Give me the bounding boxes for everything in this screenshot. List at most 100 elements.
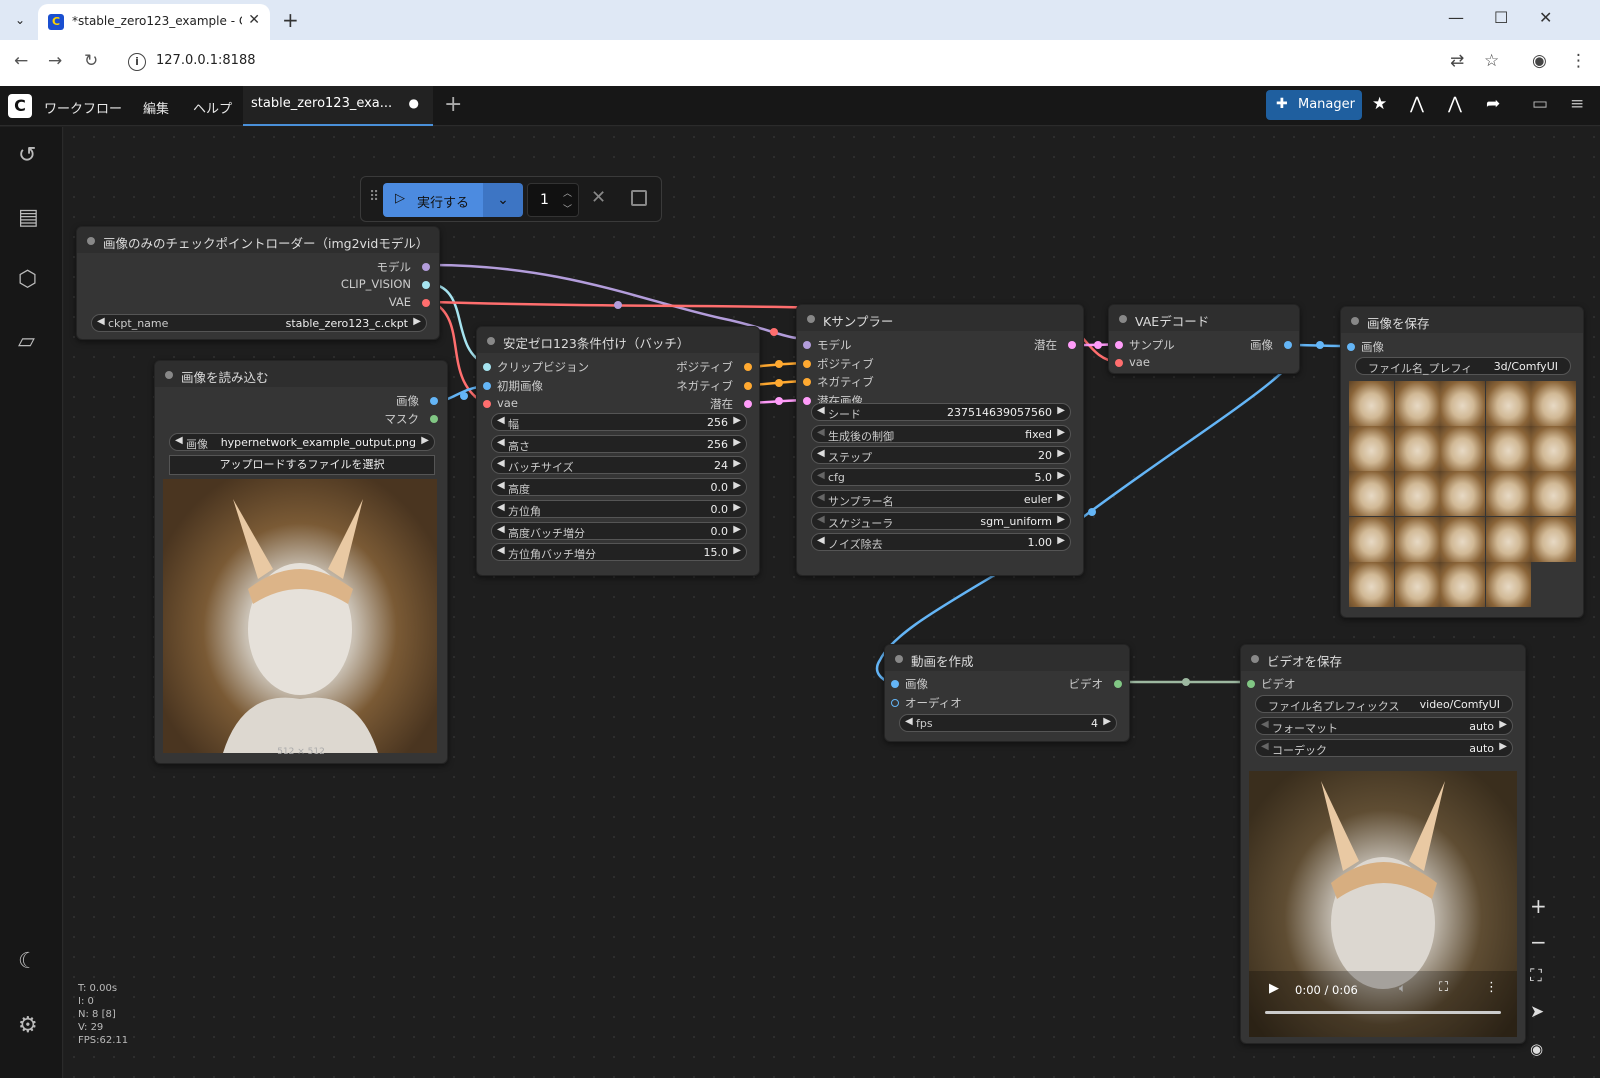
play-icon[interactable]: ▶ [1269,981,1279,996]
arrow-left-icon[interactable]: ◀ [817,427,825,438]
output-thumbnail[interactable] [1485,561,1531,607]
run-mode-dropdown[interactable]: ⌄ [483,183,523,217]
output-thumbnail[interactable] [1394,381,1440,426]
node-collapse-dot[interactable] [487,337,495,345]
output-thumbnail[interactable] [1349,426,1394,472]
output-model-slot[interactable] [422,263,430,271]
arrow-right-icon[interactable]: ▶ [421,435,429,446]
widget-row[interactable]: ◀ ステップ 20 ▶ [811,446,1071,465]
fit-view-icon[interactable]: ⛶ [1530,966,1542,986]
node-checkpoint-loader[interactable]: 画像のみのチェックポイントローダー（img2vidモデル） モデル CLIP_V… [76,226,440,340]
input-positive-slot[interactable] [803,360,811,368]
output-thumbnail[interactable] [1349,471,1394,517]
arrow-left-icon[interactable]: ◀ [1261,719,1269,730]
widget-row[interactable]: ◀ 高度 0.0 ▶ [491,478,747,497]
arrow-right-icon[interactable]: ▶ [1057,514,1065,525]
input-samples-slot[interactable] [1115,341,1123,349]
arrow-left-icon[interactable]: ◀ [817,514,825,525]
input-vae-slot[interactable] [1115,359,1123,367]
node-collapse-dot[interactable] [165,371,173,379]
arrow-right-icon[interactable]: ▶ [1057,492,1065,503]
widget-row[interactable]: ◀ cfg 5.0 ▶ [811,468,1071,487]
arrow-right-icon[interactable]: ▶ [413,316,421,327]
node-save-image[interactable]: 画像を保存 画像 ファイル名_プレフィ 3d/ComfyUI [1340,306,1584,618]
arrow-left-icon[interactable]: ◀ [817,535,825,546]
arrow-left-icon[interactable]: ◀ [497,502,505,513]
arrow-left-icon[interactable]: ◀ [497,480,505,491]
widget-row[interactable]: ◀ バッチサイズ 24 ▶ [491,456,747,475]
output-latent-slot[interactable] [1068,341,1076,349]
output-thumbnail[interactable] [1349,381,1394,426]
ckpt-name-widget[interactable]: ◀ ckpt_name stable_zero123_c.ckpt ▶ [91,314,427,332]
stop-icon[interactable] [631,190,647,206]
arrow-right-icon[interactable]: ▶ [733,480,741,491]
arrow-left-icon[interactable]: ◀ [497,415,505,426]
input-video-slot[interactable] [1247,680,1255,688]
arrow-right-icon[interactable]: ▶ [733,458,741,469]
output-images-grid[interactable] [1349,381,1577,607]
decrement-icon[interactable]: ﹀ [563,202,572,215]
arrow-left-icon[interactable]: ◀ [905,716,913,727]
input-image-slot[interactable] [891,680,899,688]
widget-row[interactable]: ◀ 高さ 256 ▶ [491,434,747,453]
node-collapse-dot[interactable] [807,315,815,323]
input-vae-slot[interactable] [483,400,491,408]
output-latent-slot[interactable] [744,400,752,408]
output-image-slot[interactable] [1284,341,1292,349]
drag-handle-icon[interactable]: ⠿ [369,189,379,205]
output-thumbnail[interactable] [1440,381,1486,426]
output-thumbnail[interactable] [1394,426,1440,472]
select-mode-icon[interactable]: ➤ [1530,1002,1544,1022]
arrow-left-icon[interactable]: ◀ [497,437,505,448]
arrow-left-icon[interactable]: ◀ [497,524,505,535]
upload-button[interactable]: アップロードするファイルを選択 [169,455,435,475]
arrow-right-icon[interactable]: ▶ [733,437,741,448]
output-positive-slot[interactable] [744,363,752,371]
video-progress-bar[interactable] [1265,1011,1501,1014]
output-thumbnail[interactable] [1485,381,1531,426]
format-widget[interactable]: ◀ フォーマット auto ▶ [1255,717,1513,735]
output-thumbnail[interactable] [1349,516,1394,562]
arrow-left-icon[interactable]: ◀ [817,448,825,459]
batch-count-input[interactable]: 1 ︿ ﹀ [527,183,579,217]
video-player[interactable]: ▶ 0:00 / 0:06 🔈︎ ⛶ ⋮ [1249,771,1517,1037]
arrow-right-icon[interactable]: ▶ [1499,741,1507,752]
zoom-out-icon[interactable]: − [1530,930,1547,954]
input-clip-vision-slot[interactable] [483,363,491,371]
increment-icon[interactable]: ︿ [563,186,572,199]
arrow-left-icon[interactable]: ◀ [1261,741,1269,752]
output-thumbnail[interactable] [1394,471,1440,517]
output-thumbnail[interactable] [1531,426,1577,472]
cancel-icon[interactable]: ✕ [591,187,606,208]
arrow-right-icon[interactable]: ▶ [733,502,741,513]
arrow-left-icon[interactable]: ◀ [175,435,183,446]
output-thumbnail[interactable] [1440,471,1486,517]
widget-row[interactable]: ◀ スケジューラ sgm_uniform ▶ [811,511,1071,530]
widget-row[interactable]: ◀ サンプラー名 euler ▶ [811,489,1071,508]
arrow-left-icon[interactable]: ◀ [497,545,505,556]
arrow-left-icon[interactable]: ◀ [817,405,825,416]
video-more-icon[interactable]: ⋮ [1485,980,1498,995]
node-collapse-dot[interactable] [1119,315,1127,323]
output-thumbnail[interactable] [1440,426,1486,472]
output-thumbnail[interactable] [1394,516,1440,562]
node-load-image[interactable]: 画像を読み込む 画像 マスク ◀ 画像 hypernetwork_example… [154,360,448,764]
volume-icon[interactable]: 🔈︎ [1399,981,1406,996]
output-thumbnail[interactable] [1531,381,1577,426]
output-thumbnail[interactable] [1349,561,1394,607]
input-negative-slot[interactable] [803,378,811,386]
widget-row[interactable]: ◀ 方位角バッチ増分 15.0 ▶ [491,543,747,562]
output-thumbnail[interactable] [1531,471,1577,517]
node-collapse-dot[interactable] [1251,655,1259,663]
input-latent-slot[interactable] [803,397,811,405]
node-create-video[interactable]: 動画を作成 画像 オーディオ ビデオ ◀ fps 4 ▶ [884,644,1130,742]
zoom-in-icon[interactable]: + [1530,894,1547,918]
arrow-right-icon[interactable]: ▶ [1057,405,1065,416]
output-mask-slot[interactable] [430,415,438,423]
node-collapse-dot[interactable] [895,655,903,663]
output-thumbnail[interactable] [1531,516,1577,562]
node-save-video[interactable]: ビデオを保存 ビデオ ファイル名プレフィックス video/ComfyUI ◀ … [1240,644,1526,1044]
arrow-right-icon[interactable]: ▶ [733,524,741,535]
widget-row[interactable]: ◀ ノイズ除去 1.00 ▶ [811,533,1071,552]
arrow-left-icon[interactable]: ◀ [97,316,105,327]
